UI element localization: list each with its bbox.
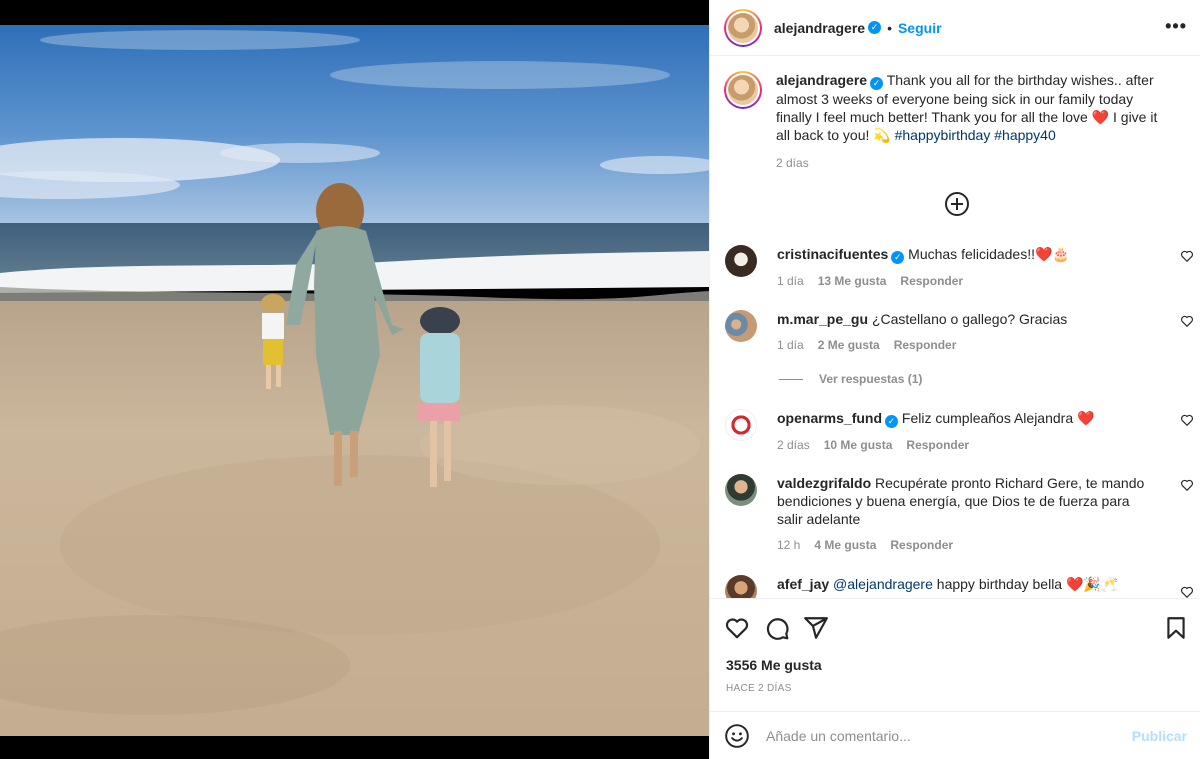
comment-item: valdezgrifaldo Recupérate pronto Richard… [724, 474, 1194, 554]
comment-likes[interactable]: 2 Me gusta [818, 336, 880, 354]
post-side-panel: alejandragere ✓ • Seguir ••• alejandrage… [709, 0, 1200, 759]
caption-avatar[interactable] [724, 71, 762, 109]
like-comment-heart-icon[interactable] [1180, 585, 1194, 598]
comment-text: happy birthday bella ❤️🎉🥂 [936, 576, 1119, 592]
share-icon[interactable] [803, 615, 829, 641]
like-comment-heart-icon[interactable] [1180, 314, 1194, 328]
post-media [0, 0, 709, 759]
reply-button[interactable]: Responder [890, 536, 953, 554]
post-header: alejandragere ✓ • Seguir ••• [710, 0, 1200, 56]
reply-button[interactable]: Responder [906, 436, 969, 454]
view-replies-label: Ver respuestas (1) [819, 372, 923, 386]
commenter-avatar[interactable] [725, 575, 757, 598]
comment-time: 12 h [777, 538, 801, 552]
mention-link[interactable]: @alejandragere [833, 576, 933, 592]
like-comment-heart-icon[interactable] [1180, 249, 1194, 263]
comment-time: 1 día [777, 274, 804, 288]
reply-button[interactable]: Responder [900, 272, 963, 290]
replies-line [779, 378, 803, 380]
comment-icon[interactable] [764, 615, 790, 641]
commenter-avatar[interactable] [725, 474, 757, 506]
view-replies-button[interactable]: Ver respuestas (1) [779, 372, 922, 386]
comment-username[interactable]: afef_jay [777, 576, 829, 592]
heart-icon[interactable] [724, 615, 750, 641]
comment-likes[interactable]: 10 Me gusta [824, 436, 893, 454]
comment-composer: Publicar [710, 711, 1200, 759]
post-actions: 3556 Me gusta HACE 2 DÍAS [710, 598, 1200, 694]
like-comment-heart-icon[interactable] [1180, 413, 1194, 427]
hashtag-link[interactable]: #happybirthday [895, 127, 991, 143]
likes-count[interactable]: 3556 Me gusta [726, 657, 822, 673]
comment-likes[interactable]: 4 Me gusta [814, 536, 876, 554]
comment-item: m.mar_pe_gu ¿Castellano o gallego? Graci… [724, 310, 1194, 354]
comment-username[interactable]: cristinacifuentes [777, 246, 888, 262]
more-options-icon[interactable]: ••• [1165, 17, 1187, 35]
comment-likes[interactable]: 13 Me gusta [818, 272, 887, 290]
bookmark-icon[interactable] [1163, 615, 1189, 641]
beach-photo [0, 25, 709, 736]
comment-username[interactable]: valdezgrifaldo [777, 475, 871, 491]
reply-button[interactable]: Responder [894, 336, 957, 354]
comment-item: openarms_fund ✓ Feliz cumpleaños Alejandr… [724, 409, 1194, 454]
publish-button[interactable]: Publicar [1132, 728, 1187, 744]
hashtag-link[interactable]: #happy40 [994, 127, 1056, 143]
comments-list[interactable]: alejandragere ✓ Thank you all for the bir… [710, 57, 1200, 598]
instagram-post: alejandragere ✓ • Seguir ••• alejandrage… [0, 0, 1200, 759]
comment-time: 2 días [777, 438, 810, 452]
verified-badge-icon: ✓ [870, 77, 884, 90]
author-username[interactable]: alejandragere [774, 20, 865, 36]
commenter-avatar[interactable] [725, 409, 757, 441]
author-avatar[interactable] [724, 8, 762, 47]
follow-button[interactable]: Seguir [898, 20, 942, 36]
comment-username[interactable]: m.mar_pe_gu [777, 311, 868, 327]
post-time-ago: HACE 2 DÍAS [726, 683, 792, 694]
comment-text: Muchas felicidades!!❤️🎂 [908, 246, 1070, 262]
load-more-comments-icon[interactable] [944, 191, 970, 217]
commenter-avatar[interactable] [725, 310, 757, 342]
comment-input[interactable] [766, 727, 1106, 744]
caption-username[interactable]: alejandragere [776, 72, 867, 88]
verified-badge-icon: ✓ [868, 21, 882, 34]
comment-username[interactable]: openarms_fund [777, 410, 882, 426]
post-photo[interactable] [0, 25, 709, 736]
verified-badge-icon: ✓ [885, 415, 899, 428]
caption-time: 2 días [776, 156, 809, 170]
comment-item: cristinacifuentes ✓ Muchas felicidades!!❤… [724, 245, 1194, 290]
commenter-avatar[interactable] [725, 245, 757, 277]
emoji-icon[interactable] [724, 723, 750, 749]
comment-item: afef_jay @alejandragere happy birthday b… [724, 575, 1194, 598]
verified-badge-icon: ✓ [891, 251, 905, 264]
caption: alejandragere ✓ Thank you all for the bir… [724, 71, 1186, 172]
separator: • [887, 19, 892, 36]
comment-text: ¿Castellano o gallego? Gracias [871, 311, 1068, 327]
comment-time: 1 día [777, 338, 804, 352]
comment-text: Feliz cumpleaños Alejandra ❤️ [901, 410, 1095, 426]
like-comment-heart-icon[interactable] [1180, 478, 1194, 492]
